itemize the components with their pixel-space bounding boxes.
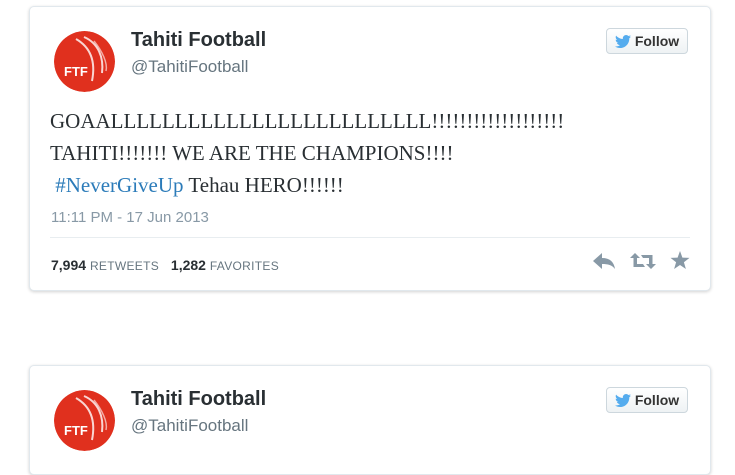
hashtag-link[interactable]: #NeverGiveUp (55, 173, 183, 197)
tweet-line-3: #NeverGiveUp Tehau HERO!!!!!! (50, 169, 690, 201)
follow-label: Follow (634, 33, 680, 49)
tweet-text: GOAALLLLLLLLLLLLLLLLLLLLLLLLL!!!!!!!!!!!… (50, 105, 690, 201)
avatar-logo-text: FTF (64, 64, 88, 79)
tweet-card: FTF Tahiti Football @TahitiFootball Foll… (29, 6, 711, 291)
avatar[interactable]: FTF (54, 390, 115, 451)
account-handle[interactable]: @TahitiFootball (131, 416, 248, 436)
divider (50, 237, 690, 238)
twitter-bird-icon (614, 34, 631, 48)
account-handle[interactable]: @TahitiFootball (131, 57, 248, 77)
retweets-count[interactable]: 7,994 (51, 257, 86, 273)
tweet-line-2: TAHITI!!!!!!! WE ARE THE CHAMPIONS!!!! (50, 141, 454, 165)
tweet-line-1: GOAALLLLLLLLLLLLLLLLLLLLLLLLL!!!!!!!!!!!… (50, 109, 565, 133)
follow-button[interactable]: Follow (606, 28, 688, 54)
avatar[interactable]: FTF (54, 31, 115, 92)
tweet-line-3-text: Tehau HERO!!!!!! (183, 173, 344, 197)
retweets-label[interactable]: RETWEETS (90, 259, 159, 273)
favorites-count[interactable]: 1,282 (171, 257, 206, 273)
tweet-stats: 7,994 RETWEETS 1,282 FAVORITES (51, 257, 287, 273)
tweet-timestamp[interactable]: 11:11 PM - 17 Jun 2013 (51, 209, 209, 226)
account-name[interactable]: Tahiti Football (131, 388, 266, 411)
retweet-icon[interactable] (630, 252, 656, 275)
account-name[interactable]: Tahiti Football (131, 29, 266, 52)
avatar-logo-text: FTF (64, 423, 88, 438)
tweet-actions (592, 251, 690, 275)
twitter-bird-icon (614, 393, 631, 407)
reply-icon[interactable] (592, 252, 616, 275)
follow-button[interactable]: Follow (606, 387, 688, 413)
favorite-star-icon[interactable] (670, 251, 690, 275)
follow-label: Follow (634, 392, 680, 408)
favorites-label[interactable]: FAVORITES (210, 259, 279, 273)
